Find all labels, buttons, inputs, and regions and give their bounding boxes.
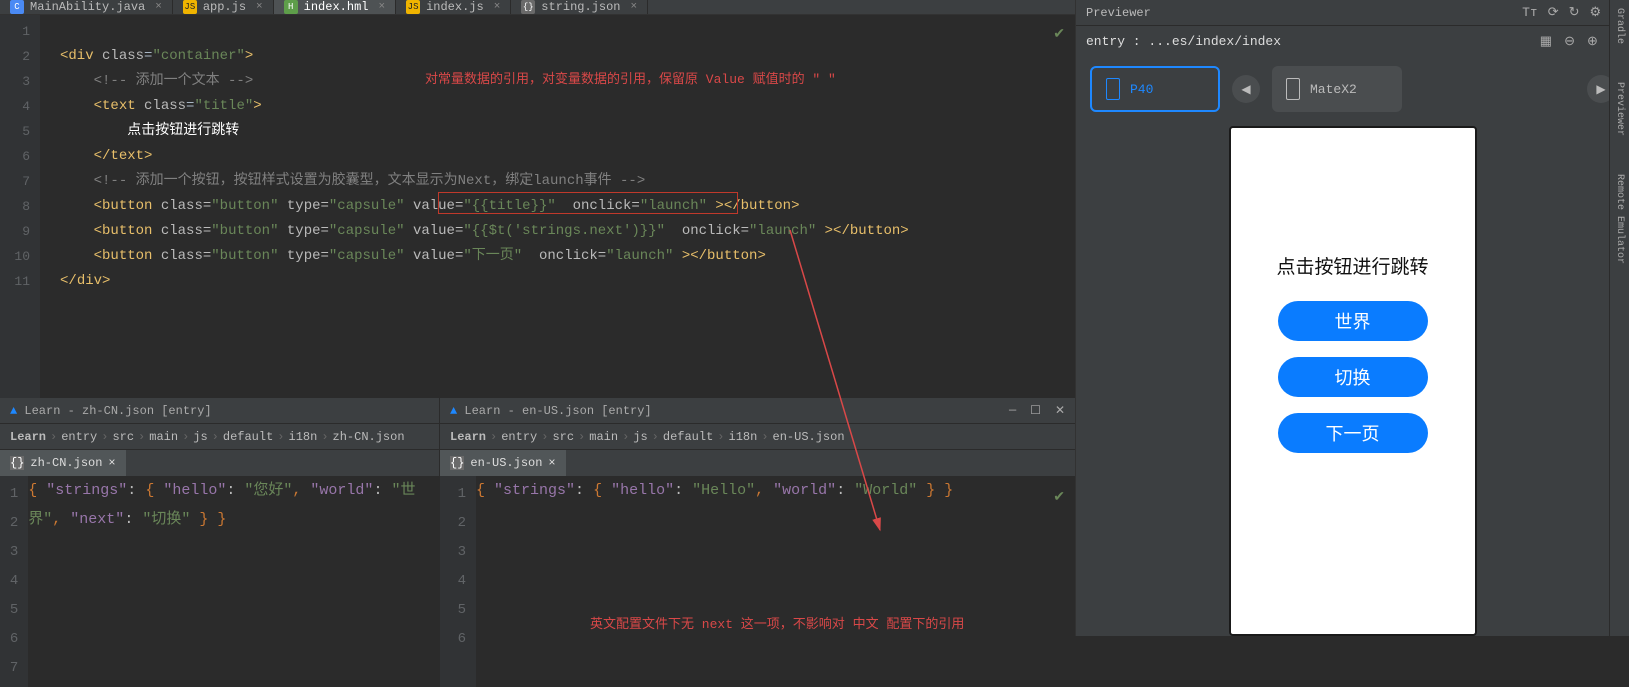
pane-tab-enus[interactable]: {}en-US.json× — [440, 450, 566, 476]
json-editor-en[interactable]: 123456 { "strings": { "hello": "Hello", … — [440, 476, 1075, 687]
code-body[interactable]: <div class="container"> <!-- 添加一个文本 --> … — [40, 15, 1075, 398]
close-icon[interactable]: × — [631, 1, 638, 13]
previewer-title: Previewer — [1086, 6, 1151, 20]
breadcrumb[interactable]: Learn›entry›src›main›js›default›i18n›en-… — [440, 424, 1075, 450]
zoom-out-icon[interactable]: ⊖ — [1564, 34, 1575, 49]
tab-indexjs[interactable]: JSindex.js× — [396, 0, 511, 14]
harmony-icon: ▲ — [450, 404, 457, 418]
phone-icon — [1286, 78, 1300, 100]
js-icon: JS — [183, 0, 197, 14]
pane-title: ▲ Learn - en-US.json [entry] —☐✕ — [440, 398, 1075, 424]
hml-icon: H — [284, 0, 298, 14]
editor-tabs: CMainAbility.java× JSapp.js× Hindex.hml×… — [0, 0, 1075, 15]
right-tool-strip: Gradle Previewer Remote Emulator — [1609, 0, 1629, 636]
check-icon: ✔ — [1053, 484, 1065, 513]
json-icon: {} — [10, 456, 24, 470]
pane-zh-cn: ▲ Learn - zh-CN.json [entry] Learn›entry… — [0, 398, 440, 687]
tab-appjs[interactable]: JSapp.js× — [173, 0, 274, 14]
grid-icon[interactable]: ▦ — [1540, 34, 1552, 49]
check-icon: ✔ — [1053, 23, 1065, 48]
json-editor-zh[interactable]: 1234567 { "strings": { "hello": "您好", "w… — [0, 476, 439, 687]
code-editor[interactable]: 1234567891011 <div class="container"> <!… — [0, 15, 1075, 398]
phone-button-1[interactable]: 世界 — [1278, 301, 1428, 341]
js-icon: JS — [406, 0, 420, 14]
gradle-tab[interactable]: Gradle — [1614, 8, 1625, 44]
harmony-icon: ▲ — [10, 404, 17, 418]
pane-en-us: ▲ Learn - en-US.json [entry] —☐✕ Learn›e… — [440, 398, 1075, 687]
line-gutter: 1234567891011 — [0, 15, 40, 398]
remote-emulator-tab[interactable]: Remote Emulator — [1614, 174, 1625, 264]
close-icon[interactable]: × — [494, 1, 501, 13]
minimize-icon[interactable]: — — [1009, 403, 1016, 418]
previewer-panel: Previewer Tᴛ ⟳ ↻ ⚙ — entry : ...es/index… — [1075, 0, 1629, 636]
tab-stringjson[interactable]: {}string.json× — [511, 0, 648, 14]
close-icon[interactable]: × — [256, 1, 263, 13]
device-chip-p40[interactable]: P40 — [1090, 66, 1220, 112]
pane-tab-zhcn[interactable]: {}zh-CN.json× — [0, 450, 126, 476]
java-icon: C — [10, 0, 24, 14]
phone-preview: 点击按钮进行跳转 世界 切换 下一页 — [1229, 126, 1477, 636]
font-icon[interactable]: Tᴛ — [1522, 5, 1538, 20]
prev-device-button[interactable]: ◀ — [1232, 75, 1260, 103]
annotation-text: 对常量数据的引用，对变量数据的引用，保留原 Value 赋值时的 " " — [425, 67, 836, 92]
phone-button-3[interactable]: 下一页 — [1278, 413, 1428, 453]
breadcrumb[interactable]: Learn›entry›src›main›js›default›i18n›zh-… — [0, 424, 439, 450]
json-icon: {} — [450, 456, 464, 470]
json-icon: {} — [521, 0, 535, 14]
pane-title: ▲ Learn - zh-CN.json [entry] — [0, 398, 439, 424]
close-icon[interactable]: ✕ — [1055, 403, 1065, 418]
close-icon[interactable]: × — [108, 456, 115, 470]
tab-indexhml[interactable]: Hindex.hml× — [274, 0, 396, 14]
entry-path: entry : ...es/index/index — [1086, 34, 1281, 49]
device-chip-matex2[interactable]: MateX2 — [1272, 66, 1402, 112]
refresh-icon[interactable]: ⟳ — [1548, 5, 1559, 20]
previewer-tab[interactable]: Previewer — [1614, 82, 1625, 136]
cycle-icon[interactable]: ↻ — [1569, 5, 1580, 20]
annotation-text: 英文配置文件下无 next 这一项，不影响对 中文 配置下的引用 — [590, 610, 964, 639]
zoom-in-icon[interactable]: ⊕ — [1587, 34, 1598, 49]
gear-icon[interactable]: ⚙ — [1590, 5, 1602, 20]
close-icon[interactable]: × — [548, 456, 555, 470]
tab-mainability[interactable]: CMainAbility.java× — [0, 0, 173, 14]
close-icon[interactable]: × — [155, 1, 162, 13]
phone-icon — [1106, 78, 1120, 100]
device-selector: P40 ◀ MateX2 ▶ — [1076, 56, 1629, 122]
maximize-icon[interactable]: ☐ — [1030, 403, 1041, 418]
highlight-rect — [438, 192, 738, 214]
phone-heading: 点击按钮进行跳转 — [1276, 252, 1428, 279]
close-icon[interactable]: × — [378, 1, 385, 13]
phone-button-2[interactable]: 切换 — [1278, 357, 1428, 397]
